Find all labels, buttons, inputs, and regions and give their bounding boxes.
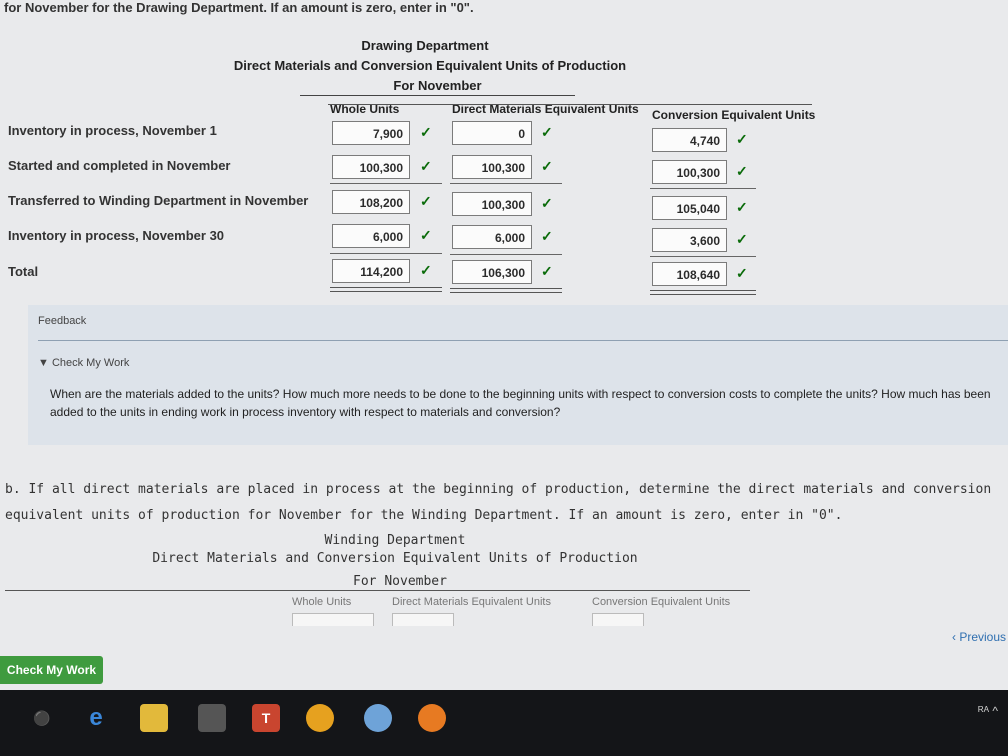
row-rule — [650, 256, 756, 257]
input-conv-total[interactable]: 108,640 — [652, 262, 727, 286]
check-icon: ✓ — [541, 158, 553, 174]
top-instruction: for November for the Drawing Department.… — [4, 0, 474, 15]
edge-icon[interactable]: e — [82, 704, 110, 732]
check-icon: ✓ — [736, 231, 748, 247]
row-label-inventory-nov30: Inventory in process, November 30 — [8, 228, 225, 243]
firefox-icon[interactable] — [418, 704, 446, 732]
input-whole-transferred[interactable]: 108,200 — [332, 190, 410, 214]
check-icon: ✓ — [736, 163, 748, 179]
part-b-instruction: b. If all direct materials are placed in… — [5, 482, 992, 523]
check-my-work-button[interactable]: Check My Work — [0, 656, 103, 684]
chrome-icon[interactable] — [306, 704, 334, 732]
input-conv-inventory-nov30[interactable]: 3,600 — [652, 228, 727, 252]
teams-icon[interactable]: T — [252, 704, 280, 732]
winding-input-dm[interactable] — [392, 613, 454, 626]
input-whole-total[interactable]: 114,200 — [332, 259, 410, 283]
row-label-transferred: Transferred to Winding Department in Nov… — [8, 193, 309, 208]
microphone-icon[interactable]: ⚫ — [28, 704, 56, 732]
input-conv-transferred[interactable]: 105,040 — [652, 196, 727, 220]
check-icon: ✓ — [420, 158, 432, 174]
check-icon: ✓ — [420, 193, 432, 209]
check-icon: ✓ — [736, 265, 748, 281]
input-whole-inventory-nov1[interactable]: 7,900 — [332, 121, 410, 145]
input-whole-inventory-nov30[interactable]: 6,000 — [332, 224, 410, 248]
check-my-work-toggle[interactable]: ▼ Check My Work — [38, 357, 129, 369]
check-icon: ✓ — [541, 228, 553, 244]
previous-button[interactable]: ‹ Previous — [952, 630, 1006, 644]
drawing-period: For November — [300, 78, 575, 96]
total-double-rule — [650, 290, 756, 295]
check-icon: ✓ — [541, 195, 553, 211]
check-icon: ✓ — [420, 227, 432, 243]
row-rule — [450, 183, 562, 184]
drawing-title: Drawing Department — [361, 38, 489, 53]
row-label-total: Total — [8, 264, 39, 279]
row-rule — [330, 253, 442, 254]
winding-col-conv-units: Conversion Equivalent Units — [592, 596, 731, 608]
winding-input-conv[interactable] — [592, 613, 644, 626]
row-label-inventory-nov1: Inventory in process, November 1 — [8, 123, 217, 138]
check-icon: ✓ — [420, 124, 432, 140]
winding-header-rule — [5, 590, 750, 591]
winding-title: Winding Department — [324, 533, 466, 548]
input-conv-started-completed[interactable]: 100,300 — [652, 160, 727, 184]
input-dm-inventory-nov1[interactable]: 0 — [452, 121, 532, 145]
winding-col-dm-units: Direct Materials Equivalent Units — [392, 596, 551, 608]
check-icon: ✓ — [736, 131, 748, 147]
row-rule — [450, 254, 562, 255]
col-conv-units: Conversion Equivalent Units — [652, 108, 816, 122]
system-tray[interactable]: ᴿᴬ ^ — [978, 704, 998, 718]
row-rule — [650, 188, 756, 189]
input-dm-total[interactable]: 106,300 — [452, 260, 532, 284]
row-label-started-completed: Started and completed in November — [8, 158, 231, 173]
taskbar: ⚫ e T ᴿᴬ ^ — [0, 690, 1008, 756]
file-explorer-icon[interactable] — [140, 704, 168, 732]
feedback-text: When are the materials added to the unit… — [50, 387, 991, 419]
check-icon: ✓ — [541, 124, 553, 140]
feedback-panel: Feedback ▼ Check My Work When are the ma… — [28, 305, 1008, 445]
total-double-rule — [450, 288, 562, 293]
winding-input-whole[interactable] — [292, 613, 374, 626]
input-conv-inventory-nov1[interactable]: 4,740 — [652, 128, 727, 152]
winding-subtitle: Direct Materials and Conversion Equivale… — [152, 551, 638, 566]
app-circle-icon[interactable] — [364, 704, 392, 732]
winding-col-whole-units: Whole Units — [292, 596, 352, 608]
drawing-subtitle: Direct Materials and Conversion Equivale… — [233, 58, 627, 73]
feedback-divider — [38, 340, 1008, 341]
feedback-title: Feedback — [38, 315, 87, 327]
header-rule — [328, 104, 812, 105]
input-dm-transferred[interactable]: 100,300 — [452, 192, 532, 216]
input-whole-started-completed[interactable]: 100,300 — [332, 155, 410, 179]
row-rule — [330, 183, 442, 184]
winding-period: For November — [353, 574, 447, 589]
check-icon: ✓ — [420, 262, 432, 278]
input-dm-started-completed[interactable]: 100,300 — [452, 155, 532, 179]
check-icon: ✓ — [736, 199, 748, 215]
input-dm-inventory-nov30[interactable]: 6,000 — [452, 225, 532, 249]
store-icon[interactable] — [198, 704, 226, 732]
check-icon: ✓ — [541, 263, 553, 279]
total-double-rule — [330, 287, 442, 292]
